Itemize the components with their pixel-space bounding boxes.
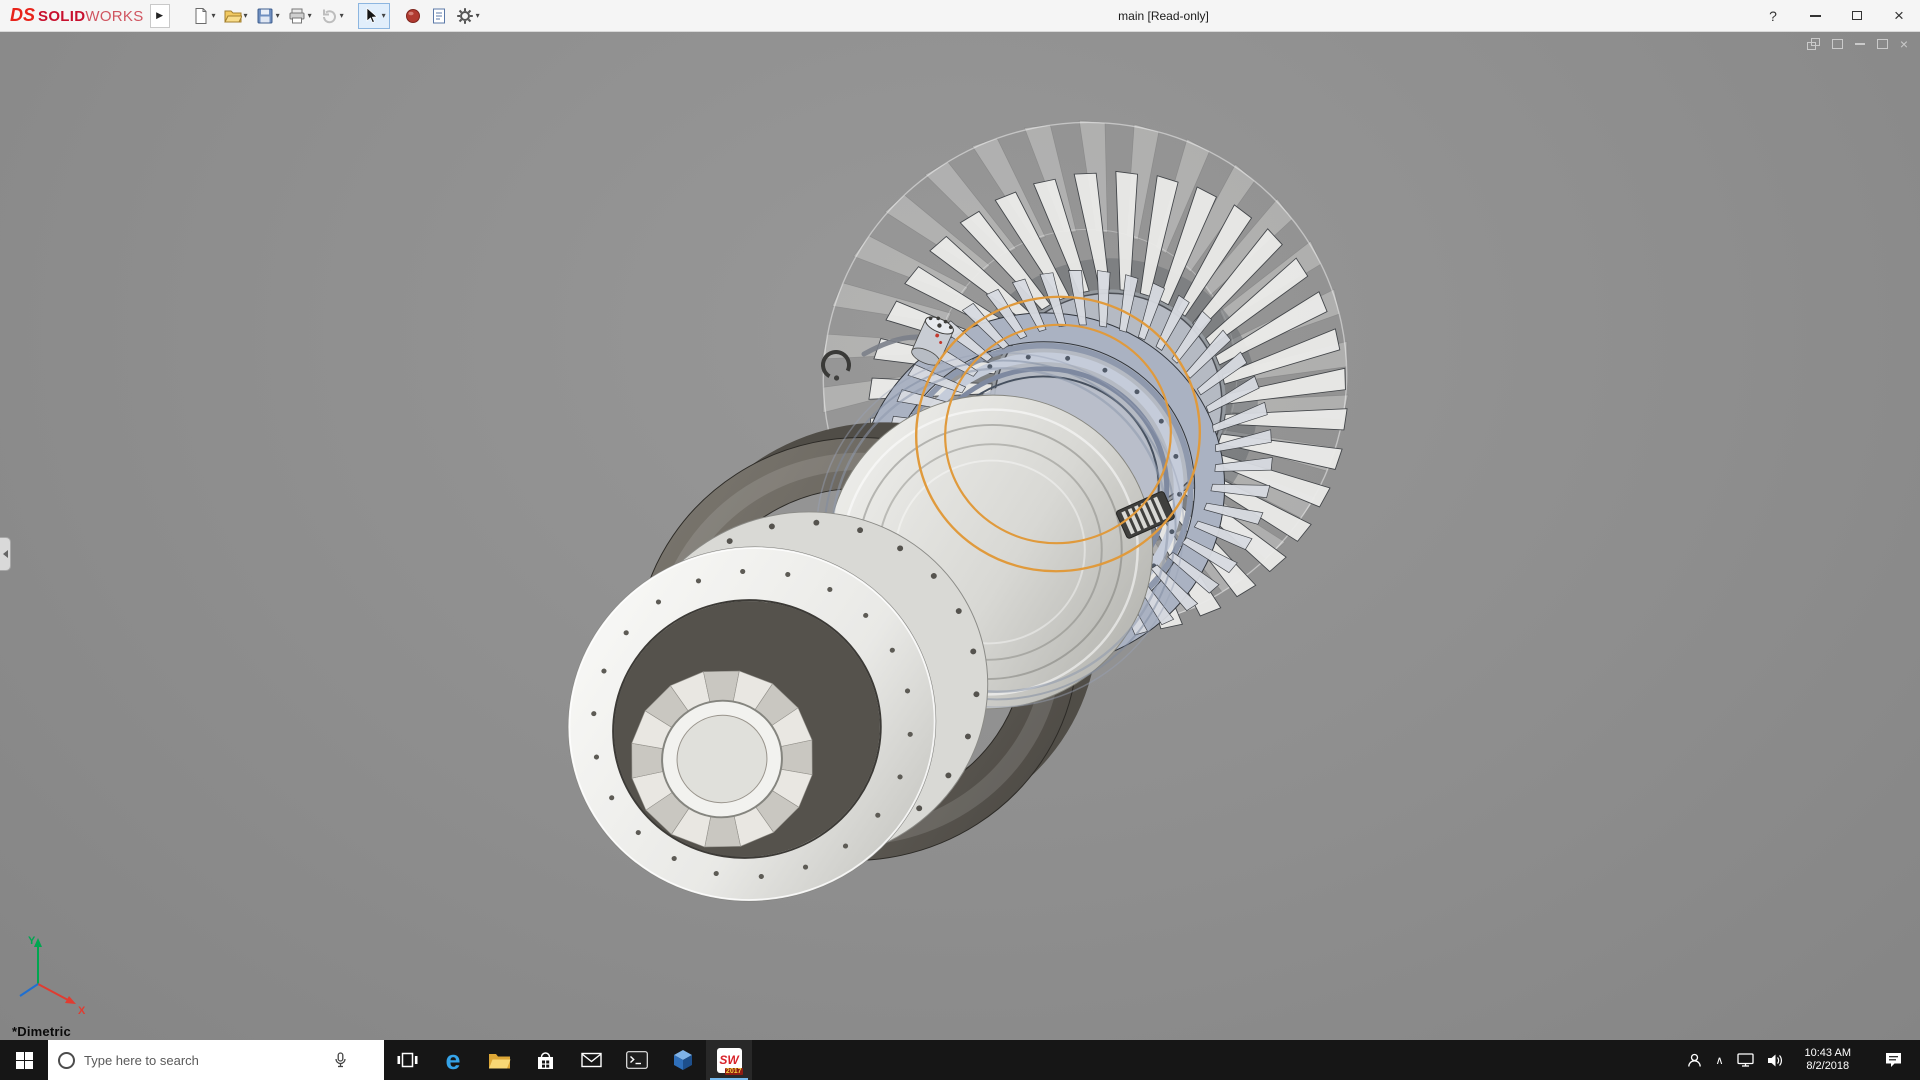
close-button[interactable]: × <box>1878 0 1920 31</box>
store-button[interactable] <box>522 1040 568 1080</box>
dropdown-caret-icon: ▾ <box>276 11 280 20</box>
dropdown-caret-icon: ▾ <box>382 11 386 20</box>
quick-toolbar: ▾ ▾ ▾ <box>188 3 484 29</box>
solidworks-window: DS SOLID WORKS ▶ ▾ ▾ <box>0 0 1920 1080</box>
save-button[interactable]: ▾ <box>252 3 284 29</box>
appearance-sphere-icon <box>404 7 422 25</box>
edge-icon: e <box>445 1047 460 1074</box>
windows-taskbar: e <box>0 1040 1920 1080</box>
print-icon <box>288 7 306 25</box>
solidworks-app-icon: SW 2017 <box>717 1048 742 1073</box>
search-input[interactable] <box>84 1053 324 1068</box>
command-prompt-button[interactable] <box>614 1040 660 1080</box>
solidworks-logo: DS SOLID WORKS <box>0 5 150 26</box>
file-properties-icon <box>430 7 448 25</box>
doc-close-icon[interactable]: × <box>1900 39 1908 49</box>
dropdown-caret-icon: ▾ <box>340 11 344 20</box>
mail-button[interactable] <box>568 1040 614 1080</box>
dropdown-caret-icon: ▾ <box>244 11 248 20</box>
windows-logo-icon <box>16 1052 33 1069</box>
dropdown-caret-icon: ▾ <box>308 11 312 20</box>
help-icon: ? <box>1769 8 1777 24</box>
doc-minimize-icon[interactable] <box>1855 43 1865 45</box>
undo-button[interactable]: ▾ <box>316 3 348 29</box>
graphics-viewport[interactable]: × Y X *Dimetric <box>0 32 1920 1040</box>
minimize-icon <box>1810 15 1821 17</box>
people-icon[interactable] <box>1687 1053 1702 1068</box>
expand-arrow-icon: ▶ <box>156 10 163 21</box>
window-controls: ? × <box>1752 0 1920 31</box>
ds-logo-icon: DS <box>10 5 35 26</box>
edge-button[interactable]: e <box>430 1040 476 1080</box>
microphone-icon[interactable] <box>333 1052 348 1069</box>
action-center-button[interactable] <box>1872 1052 1914 1068</box>
select-cursor-icon <box>362 7 380 25</box>
solidworks-taskbar-button[interactable]: SW 2017 <box>706 1040 752 1080</box>
undo-icon <box>320 7 338 25</box>
reference-triad: Y X <box>6 930 98 1022</box>
open-button[interactable]: ▾ <box>220 3 252 29</box>
system-tray: ∧ 10:43 AM 8/2/2018 <box>1681 1040 1920 1080</box>
file-explorer-button[interactable] <box>476 1040 522 1080</box>
cortana-icon <box>58 1052 75 1069</box>
document-window-controls: × <box>1807 38 1908 50</box>
save-floppy-icon <box>256 7 274 25</box>
view-orientation-label: *Dimetric <box>12 1024 71 1039</box>
hidden-icons-chevron[interactable]: ∧ <box>1715 1054 1723 1067</box>
close-icon: × <box>1894 6 1904 26</box>
new-window-icon[interactable] <box>1807 38 1820 50</box>
file-explorer-icon <box>488 1051 511 1070</box>
minimize-button[interactable] <box>1794 0 1836 31</box>
select-tool-button[interactable]: ▾ <box>358 3 390 29</box>
blue-cube-icon <box>672 1049 694 1071</box>
edit-appearance-button[interactable] <box>400 3 426 29</box>
gear-icon <box>456 7 474 25</box>
maximize-icon <box>1852 11 1862 20</box>
feature-manager-tab[interactable] <box>0 537 11 571</box>
document-title: main [Read-only] <box>1118 9 1209 23</box>
clock-date: 8/2/2018 <box>1806 1060 1849 1073</box>
doc-restore-icon[interactable] <box>1877 39 1888 49</box>
task-view-button[interactable] <box>384 1040 430 1080</box>
mail-icon <box>581 1052 602 1068</box>
dropdown-caret-icon: ▾ <box>476 11 480 20</box>
taskbar-search[interactable] <box>48 1040 384 1080</box>
options-button[interactable]: ▾ <box>452 3 484 29</box>
titlebar: DS SOLID WORKS ▶ ▾ ▾ <box>0 0 1920 32</box>
open-folder-icon <box>224 7 242 25</box>
x-axis-label: X <box>78 1005 86 1017</box>
z-axis <box>20 984 38 996</box>
new-document-icon <box>192 7 210 25</box>
task-view-icon <box>397 1050 418 1070</box>
dropdown-caret-icon: ▾ <box>212 11 216 20</box>
taskbar-clock[interactable]: 10:43 AM 8/2/2018 <box>1797 1047 1859 1073</box>
action-center-icon <box>1885 1052 1902 1068</box>
collapse-arrow-icon <box>3 550 8 558</box>
new-document-button[interactable]: ▾ <box>188 3 220 29</box>
y-axis-label: Y <box>28 935 36 947</box>
jet-engine-model[interactable] <box>0 32 1920 1040</box>
cascade-icon[interactable] <box>1832 39 1843 49</box>
maximize-button[interactable] <box>1836 0 1878 31</box>
help-button[interactable]: ? <box>1752 0 1794 31</box>
start-button[interactable] <box>0 1040 48 1080</box>
file-properties-button[interactable] <box>426 3 452 29</box>
store-icon <box>536 1050 555 1071</box>
command-prompt-icon <box>626 1051 648 1069</box>
composer-button[interactable] <box>660 1040 706 1080</box>
print-button[interactable]: ▾ <box>284 3 316 29</box>
volume-icon[interactable] <box>1767 1053 1784 1068</box>
clock-time: 10:43 AM <box>1805 1047 1851 1060</box>
network-icon[interactable] <box>1737 1053 1754 1067</box>
menu-expand-button[interactable]: ▶ <box>150 4 170 28</box>
